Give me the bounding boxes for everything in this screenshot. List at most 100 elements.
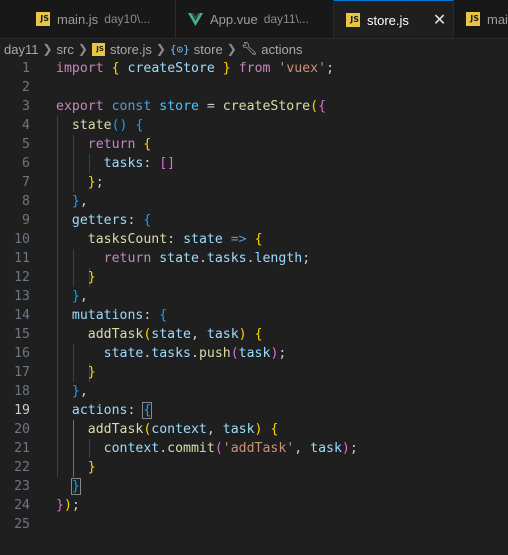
code-token: addTask <box>87 327 144 342</box>
code-token: context <box>151 422 207 437</box>
line-number: 22 <box>14 460 30 475</box>
code-line[interactable]: 16 state.tasks.push(task); <box>0 344 508 363</box>
code-line[interactable]: 13 }, <box>0 287 508 306</box>
code-line[interactable]: 18 }, <box>0 382 508 401</box>
line-number: 2 <box>22 80 30 95</box>
tab-label: main.js <box>57 11 99 27</box>
code-token: : <box>143 308 160 323</box>
tab-label: store.js <box>367 12 409 28</box>
code-token: store <box>159 99 199 114</box>
code-token: push <box>198 346 231 361</box>
code-token: return <box>87 137 136 152</box>
code-line[interactable]: 19 actions: { <box>0 401 508 420</box>
tab-store-js[interactable]: JS store.js ✕ <box>334 0 454 38</box>
code-token: } <box>87 460 96 475</box>
code-line[interactable]: 17 } <box>0 363 508 382</box>
chevron-right-icon: ❯ <box>42 42 53 56</box>
code-line[interactable]: 9 getters: { <box>0 211 508 230</box>
breadcrumb-folder[interactable]: day11 <box>4 42 38 57</box>
code-line[interactable]: 3 export const store = createStore({ <box>0 97 508 116</box>
code-line[interactable]: 10 tasksCount: state => { <box>0 230 508 249</box>
line-number: 5 <box>22 137 30 152</box>
breadcrumb-symbol[interactable]: store <box>194 42 223 57</box>
code-token: { <box>254 327 263 342</box>
code-text: }, <box>56 287 88 306</box>
code-text: export const store = createStore({ <box>56 97 326 116</box>
tab-app-vue[interactable]: App.vue day11\... <box>176 0 334 38</box>
variable-symbol-icon: {⊙} <box>169 42 190 56</box>
breadcrumb-file[interactable]: store.js <box>110 42 152 57</box>
code-token: } <box>56 498 64 513</box>
code-line[interactable]: 14 mutations: { <box>0 306 508 325</box>
code-token: } <box>71 289 80 304</box>
code-token: : <box>167 232 184 247</box>
code-token: : <box>127 213 144 228</box>
code-token: => <box>230 232 247 247</box>
code-line[interactable]: 22 } <box>0 458 508 477</box>
wrench-icon: 🔧︎ <box>240 41 258 56</box>
code-line[interactable]: 5 return { <box>0 135 508 154</box>
code-text: } <box>56 458 96 477</box>
code-line[interactable]: 4 state() { <box>0 116 508 135</box>
code-token: state <box>103 346 144 361</box>
code-line[interactable]: 1 import { createStore } from 'vuex'; <box>0 59 508 78</box>
code-token: { <box>270 422 279 437</box>
code-token: state <box>159 251 199 266</box>
code-token: ( <box>230 346 239 361</box>
code-token: : <box>127 403 144 418</box>
code-token: ; <box>349 441 358 456</box>
code-line[interactable]: 15 addTask(state, task) { <box>0 325 508 344</box>
code-line[interactable]: 25 <box>0 515 508 534</box>
code-token: } <box>71 194 80 209</box>
tab-main-js[interactable]: JS main.js day10\... <box>0 0 176 38</box>
code-token: ) <box>63 498 72 513</box>
code-line[interactable]: 11 return state.tasks.length; <box>0 249 508 268</box>
code-token: , <box>79 289 88 304</box>
breadcrumb-folder[interactable]: src <box>57 42 74 57</box>
tab-main-js-2[interactable]: JS mai <box>454 0 508 38</box>
code-token: createStore <box>222 99 311 114</box>
code-text: mutations: { <box>56 306 167 325</box>
code-token: { <box>111 61 120 76</box>
code-text: tasks: [] <box>56 154 175 173</box>
code-token: { <box>318 99 327 114</box>
line-number: 18 <box>14 384 30 399</box>
code-text: }); <box>56 496 80 515</box>
code-text: state() { <box>56 116 144 135</box>
code-token: export <box>56 99 104 114</box>
code-line[interactable]: 24}); <box>0 496 508 515</box>
line-number: 17 <box>14 365 30 380</box>
code-line[interactable]: 12 } <box>0 268 508 287</box>
code-line[interactable]: 7 }; <box>0 173 508 192</box>
code-line[interactable]: 21 context.commit('addTask', task); <box>0 439 508 458</box>
breadcrumb-member[interactable]: actions <box>261 42 302 57</box>
code-token: 'addTask' <box>222 441 295 456</box>
code-token: return <box>103 251 152 266</box>
code-token: commit <box>167 441 215 456</box>
code-line[interactable]: 2 <box>0 78 508 97</box>
code-token: { <box>254 232 263 247</box>
close-icon[interactable]: ✕ <box>433 10 446 30</box>
code-text: context.commit('addTask', task); <box>56 439 358 458</box>
code-token: . <box>198 251 207 266</box>
code-line[interactable]: 8 }, <box>0 192 508 211</box>
tab-label: App.vue <box>210 11 258 27</box>
code-line[interactable]: 23 } <box>0 477 508 496</box>
code-editor[interactable]: 1 import { createStore } from 'vuex'; 2 3 ex… <box>0 59 508 555</box>
code-line[interactable]: 20 addTask(context, task) { <box>0 420 508 439</box>
code-token: { <box>159 308 168 323</box>
line-number: 8 <box>22 194 30 209</box>
code-line[interactable]: 6 tasks: [] <box>0 154 508 173</box>
code-token: } <box>70 478 81 495</box>
